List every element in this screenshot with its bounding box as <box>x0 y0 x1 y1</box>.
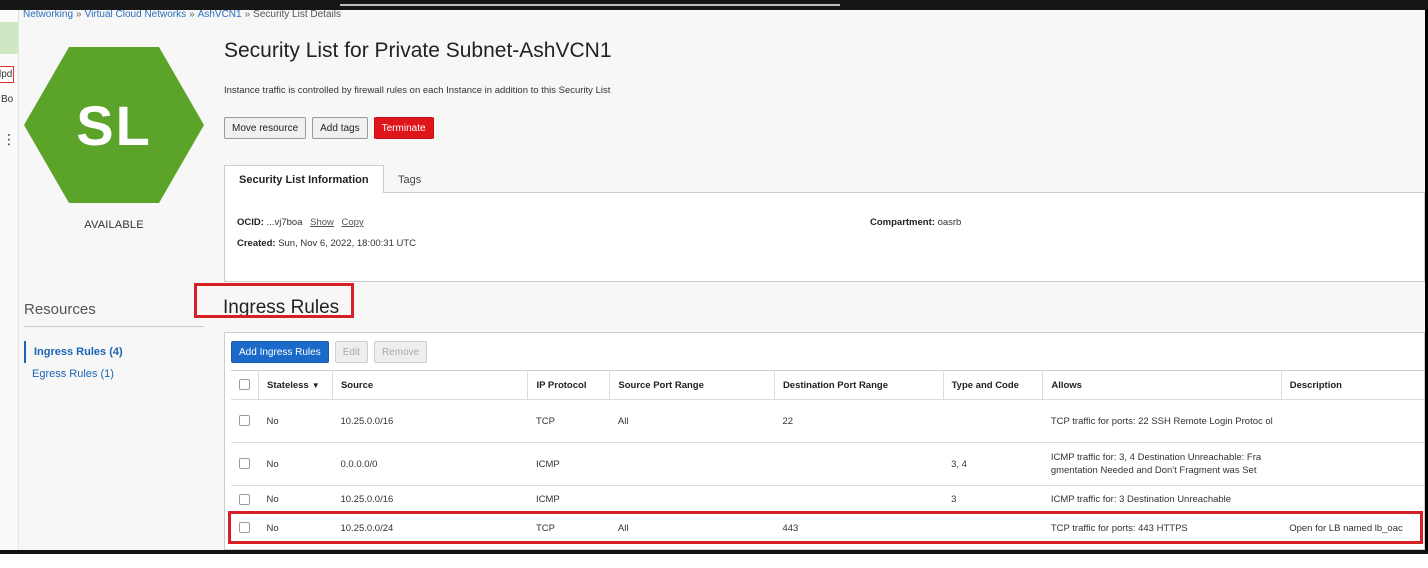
sort-down-icon[interactable]: ▼ <box>312 381 320 390</box>
cell-stateless: No <box>258 399 333 443</box>
bottom-edge-line <box>0 550 1428 554</box>
console-page: Networking» Virtual Cloud Networks» AshVCN… <box>19 10 1425 550</box>
info-panel: OCID: ...vj7boa Show Copy Created: Sun, … <box>224 193 1425 282</box>
cell-description <box>1281 485 1424 514</box>
cell-source-port <box>609 442 775 486</box>
ocid-copy-link[interactable]: Copy <box>342 217 364 228</box>
tab-security-list-information[interactable]: Security List Information <box>224 165 384 194</box>
column-header-stateless[interactable]: Stateless ▼ <box>258 370 333 400</box>
breadcrumb-vcns[interactable]: Virtual Cloud Networks <box>85 10 187 20</box>
cell-source-port: All <box>609 399 775 443</box>
tab-tags[interactable]: Tags <box>384 165 435 194</box>
created-value: Sun, Nov 6, 2022, 18:00:31 UTC <box>278 238 417 249</box>
breadcrumb-vcn[interactable]: AshVCN1 <box>198 10 242 20</box>
add-ingress-rules-button[interactable]: Add Ingress Rules <box>231 341 329 363</box>
row-checkbox[interactable] <box>239 458 250 470</box>
cell-source: 10.25.0.0/16 <box>332 485 528 514</box>
table-actions: Add Ingress Rules Edit Remove <box>231 341 428 363</box>
column-header-source-port-range: Source Port Range <box>609 370 775 400</box>
row-checkbox[interactable] <box>239 493 250 505</box>
column-header-label: Stateless <box>267 379 309 391</box>
ocid-value: ...vj7boa <box>266 217 303 228</box>
cell-source: 10.25.0.0/16 <box>332 399 528 443</box>
top-bar-line <box>340 4 840 6</box>
column-header-description: Description <box>1281 370 1424 400</box>
status-badge: AVAILABLE <box>84 219 144 231</box>
cell-allows: ICMP traffic for: 3 Destination Unreacha… <box>1042 485 1282 514</box>
cell-description <box>1281 442 1424 486</box>
compartment-row: Compartment: oasrb <box>870 217 961 228</box>
row-select-cell <box>231 442 259 486</box>
breadcrumb-separator: » <box>244 10 251 20</box>
cell-destination-port <box>774 485 944 514</box>
column-header-ip-protocol: IP Protocol <box>527 370 611 400</box>
ocid-show-link[interactable]: Show <box>310 217 334 228</box>
cell-destination-port <box>774 442 944 486</box>
resources-heading: Resources <box>24 301 96 318</box>
breadcrumb-separator: » <box>189 10 195 20</box>
edit-button[interactable]: Edit <box>334 341 368 363</box>
cell-type-code: 3 <box>943 485 1043 514</box>
ocid-label: OCID: <box>237 217 264 228</box>
cell-protocol: ICMP <box>527 442 610 486</box>
compartment-value: oasrb <box>937 217 962 228</box>
cell-allows: TCP traffic for ports: 22 SSH Remote Log… <box>1042 399 1282 443</box>
column-header-destination-port-range: Destination Port Range <box>774 370 944 400</box>
row-select-cell <box>231 399 259 443</box>
highlight-box-https-row <box>228 511 1423 544</box>
page-title: Security List for Private Subnet-AshVCN1 <box>224 39 612 62</box>
cell-destination-port: 22 <box>774 399 944 443</box>
edge-fragment-top: lpd <box>0 66 15 83</box>
table-row: No 10.25.0.0/16 ICMP 3 ICMP traffic for:… <box>231 485 1424 514</box>
select-all-checkbox[interactable] <box>239 379 250 391</box>
window-top-bar <box>0 0 1428 10</box>
breadcrumb: Networking» Virtual Cloud Networks» AshVCN… <box>23 10 341 20</box>
remove-button[interactable]: Remove <box>373 341 428 363</box>
move-resource-button[interactable]: Move resource <box>224 117 307 139</box>
cell-stateless: No <box>258 485 333 514</box>
cell-protocol: TCP <box>527 399 610 443</box>
compartment-label: Compartment: <box>870 217 935 228</box>
breadcrumb-networking[interactable]: Networking <box>23 10 73 20</box>
window-bottom-edge <box>0 550 1428 568</box>
edge-green-block <box>0 22 18 54</box>
resources-item-ingress-rules[interactable]: Ingress Rules (4) <box>24 341 204 363</box>
breadcrumb-separator: » <box>76 10 82 20</box>
cell-allows: ICMP traffic for: 3, 4 Destination Unrea… <box>1042 442 1282 486</box>
created-row: Created: Sun, Nov 6, 2022, 18:00:31 UTC <box>237 238 416 249</box>
detail-tabs: Security List Information Tags <box>224 165 1425 194</box>
terminate-button[interactable]: Terminate <box>373 117 434 139</box>
table-row: No 0.0.0.0/0 ICMP 3, 4 ICMP traffic for:… <box>231 442 1424 486</box>
resource-badge-icon: SL <box>24 47 204 203</box>
row-select-cell <box>231 485 259 514</box>
column-header-type-and-code: Type and Code <box>943 370 1044 400</box>
highlight-box-ingress-title <box>194 283 354 318</box>
kebab-icon[interactable]: ⋮ <box>2 132 16 146</box>
resources-divider <box>24 326 204 327</box>
resource-badge-text: SL <box>76 93 152 157</box>
breadcrumb-current: Security List Details <box>253 10 341 20</box>
resources-item-egress-rules[interactable]: Egress Rules (1) <box>24 363 204 385</box>
column-header-allows: Allows <box>1042 370 1282 400</box>
table-header-row: Stateless ▼ Source IP Protocol Source Por… <box>231 370 1424 400</box>
cell-description <box>1281 399 1424 443</box>
select-all-cell <box>231 370 259 400</box>
row-checkbox[interactable] <box>239 415 250 427</box>
cell-source-port <box>609 485 775 514</box>
resources-nav: Ingress Rules (4) Egress Rules (1) <box>24 341 204 385</box>
cell-stateless: No <box>258 442 333 486</box>
cell-type-code <box>943 399 1043 443</box>
page-description: Instance traffic is controlled by firewa… <box>224 85 611 96</box>
cell-source: 0.0.0.0/0 <box>332 442 528 486</box>
cell-protocol: ICMP <box>527 485 610 514</box>
table-row: No 10.25.0.0/16 TCP All 22 TCP traffic f… <box>231 399 1424 443</box>
column-header-source: Source <box>332 370 529 400</box>
created-label: Created: <box>237 238 276 249</box>
add-tags-button[interactable]: Add tags <box>312 117 368 139</box>
ocid-row: OCID: ...vj7boa Show Copy <box>237 217 364 228</box>
left-edge-strip: lpd Bo ⋮ <box>0 10 19 550</box>
cell-type-code: 3, 4 <box>943 442 1043 486</box>
action-bar: Move resource Add tags Terminate <box>224 117 434 139</box>
edge-fragment-mid: Bo <box>1 94 14 105</box>
